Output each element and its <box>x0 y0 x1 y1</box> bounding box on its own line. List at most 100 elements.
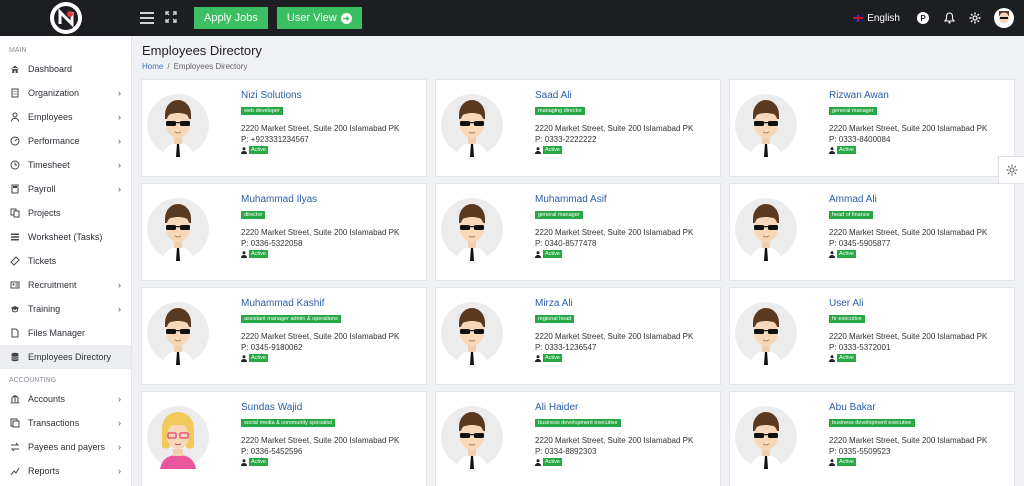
employee-phone: P: 0336-5452596 <box>241 447 303 456</box>
employee-name-link[interactable]: Ammad Ali <box>829 194 987 205</box>
employee-info: Nizi Solutions web developer 2220 Market S… <box>241 90 399 154</box>
sidebar-section-main: MAIN <box>9 46 27 54</box>
employee-avatar[interactable] <box>146 197 210 261</box>
employee-avatar[interactable] <box>734 405 798 469</box>
sidebar-item-dashboard[interactable]: Dashboard <box>0 57 131 81</box>
sidebar-item-transactions[interactable]: Transactions › <box>0 411 131 435</box>
chevron-right-icon: › <box>118 112 121 122</box>
user-view-button[interactable]: User View ➜ <box>276 7 362 29</box>
employee-info: Mirza Ali regional head 2220 Market Street… <box>535 298 693 362</box>
employee-card[interactable]: Muhammad Ilyas director 2220 Market Street… <box>141 183 427 281</box>
user-icon <box>10 112 20 122</box>
sidebar-item-files-manager[interactable]: Files Manager <box>0 321 131 345</box>
sidebar-item-reports[interactable]: Reports › <box>0 459 131 483</box>
sidebar-item-training[interactable]: Training › <box>0 297 131 321</box>
sidebar: MAIN Dashboard Organization › Employees › Per… <box>0 36 132 486</box>
sidebar-item-label: Tickets <box>28 256 57 266</box>
sidebar-item-recruitment[interactable]: Recruitment › <box>0 273 131 297</box>
language-selector[interactable]: English <box>853 13 900 24</box>
chevron-right-icon: › <box>118 466 121 476</box>
status-row: Active <box>829 354 987 362</box>
person-icon <box>829 146 835 154</box>
employee-card[interactable]: Ali Haider business development executive… <box>435 391 721 486</box>
fullscreen-icon[interactable] <box>164 10 178 26</box>
employee-card[interactable]: Muhammad Asif general manager 2220 Market … <box>435 183 721 281</box>
employee-name-link[interactable]: Ali Haider <box>535 402 693 413</box>
sidebar-item-label: Payroll <box>28 184 56 194</box>
sidebar-item-projects[interactable]: Projects <box>0 201 131 225</box>
employee-card[interactable]: Mirza Ali regional head 2220 Market Street… <box>435 287 721 385</box>
employee-avatar[interactable] <box>734 93 798 157</box>
sidebar-item-organization[interactable]: Organization › <box>0 81 131 105</box>
employee-name-link[interactable]: Nizi Solutions <box>241 90 399 101</box>
sidebar-item-employees[interactable]: Employees › <box>0 105 131 129</box>
employee-card[interactable]: Muhammad Kashif assistant manager admin &… <box>141 287 427 385</box>
employee-avatar[interactable] <box>146 93 210 157</box>
employee-card[interactable]: Ammad Ali head of finance 2220 Market Stre… <box>729 183 1015 281</box>
sidebar-item-timesheet[interactable]: Timesheet › <box>0 153 131 177</box>
employee-avatar[interactable] <box>440 93 504 157</box>
employee-avatar[interactable] <box>734 197 798 261</box>
employee-name-link[interactable]: Rizwan Awan <box>829 90 987 101</box>
employee-card[interactable]: Sundas Wajid social media & community spe… <box>141 391 427 486</box>
sidebar-item-payees-and-payers[interactable]: Payees and payers › <box>0 435 131 459</box>
employee-card[interactable]: Abu Bakar business development executive 2… <box>729 391 1015 486</box>
employee-phone: P: 0336-5322058 <box>241 239 303 248</box>
theme-settings-gear-icon[interactable] <box>998 156 1024 184</box>
employee-card[interactable]: Saad Ali managing director 2220 Market Str… <box>435 79 721 177</box>
settings-gear-icon[interactable] <box>968 11 982 25</box>
role-badge: hr executive <box>829 315 865 323</box>
status-row: Active <box>241 146 399 154</box>
employee-name-link[interactable]: Sundas Wajid <box>241 402 399 413</box>
sidebar-item-tickets[interactable]: Tickets <box>0 249 131 273</box>
employee-card[interactable]: Nizi Solutions web developer 2220 Market S… <box>141 79 427 177</box>
status-row: Active <box>829 250 987 258</box>
status-row: Active <box>241 458 399 466</box>
employee-card[interactable]: User Ali hr executive 2220 Market Street, … <box>729 287 1015 385</box>
graduation-cap-icon <box>10 304 20 314</box>
status-badge: Active <box>249 250 268 258</box>
person-icon <box>829 458 835 466</box>
employee-avatar[interactable] <box>440 301 504 365</box>
sidebar-item-label: Dashboard <box>28 64 73 74</box>
employee-avatar[interactable] <box>146 405 210 469</box>
employee-name-link[interactable]: Mirza Ali <box>535 298 693 309</box>
employee-address: 2220 Market Street, Suite 200 Islamabad … <box>535 332 694 341</box>
top-navbar: Apply Jobs User View ➜ English P <box>0 0 1024 36</box>
person-icon <box>535 146 541 154</box>
sidebar-item-label: Worksheet (Tasks) <box>28 232 103 242</box>
app-logo[interactable] <box>0 0 132 36</box>
employee-avatar[interactable] <box>440 405 504 469</box>
breadcrumb-separator: / <box>167 62 170 71</box>
menu-toggle-icon[interactable] <box>140 12 154 24</box>
sidebar-item-worksheet-tasks[interactable]: Worksheet (Tasks) <box>0 225 131 249</box>
user-avatar[interactable] <box>994 8 1014 28</box>
employee-name-link[interactable]: Saad Ali <box>535 90 693 101</box>
apply-jobs-button[interactable]: Apply Jobs <box>194 7 268 29</box>
sidebar-item-employees-directory[interactable]: Employees Directory <box>0 345 131 369</box>
employee-avatar[interactable] <box>146 301 210 365</box>
employee-name-link[interactable]: Abu Bakar <box>829 402 987 413</box>
employee-name-link[interactable]: User Ali <box>829 298 987 309</box>
employee-avatar[interactable] <box>734 301 798 365</box>
status-badge: Active <box>543 250 562 258</box>
notification-bell-icon[interactable] <box>942 11 956 25</box>
sidebar-item-accounts[interactable]: Accounts › <box>0 387 131 411</box>
breadcrumb-home-link[interactable]: Home <box>142 62 163 71</box>
file-icon <box>10 328 20 338</box>
employee-card[interactable]: Rizwan Awan general manager 2220 Market St… <box>729 79 1015 177</box>
employee-avatar[interactable] <box>440 197 504 261</box>
employee-name-link[interactable]: Muhammad Ilyas <box>241 194 399 205</box>
employee-info: User Ali hr executive 2220 Market Street, … <box>829 298 987 362</box>
chevron-right-icon: › <box>118 184 121 194</box>
employee-name-link[interactable]: Muhammad Kashif <box>241 298 399 309</box>
employee-address: 2220 Market Street, Suite 200 Islamabad … <box>829 124 988 133</box>
page-title: Employees Directory <box>142 43 262 58</box>
sidebar-item-label: Timesheet <box>28 160 70 170</box>
sidebar-item-performance[interactable]: Performance › <box>0 129 131 153</box>
sidebar-item-payroll[interactable]: Payroll › <box>0 177 131 201</box>
sidebar-item-label: Accounts <box>28 394 66 404</box>
sidebar-item-label: Recruitment <box>28 280 77 290</box>
employee-name-link[interactable]: Muhammad Asif <box>535 194 693 205</box>
p-badge-button[interactable]: P <box>916 11 930 25</box>
